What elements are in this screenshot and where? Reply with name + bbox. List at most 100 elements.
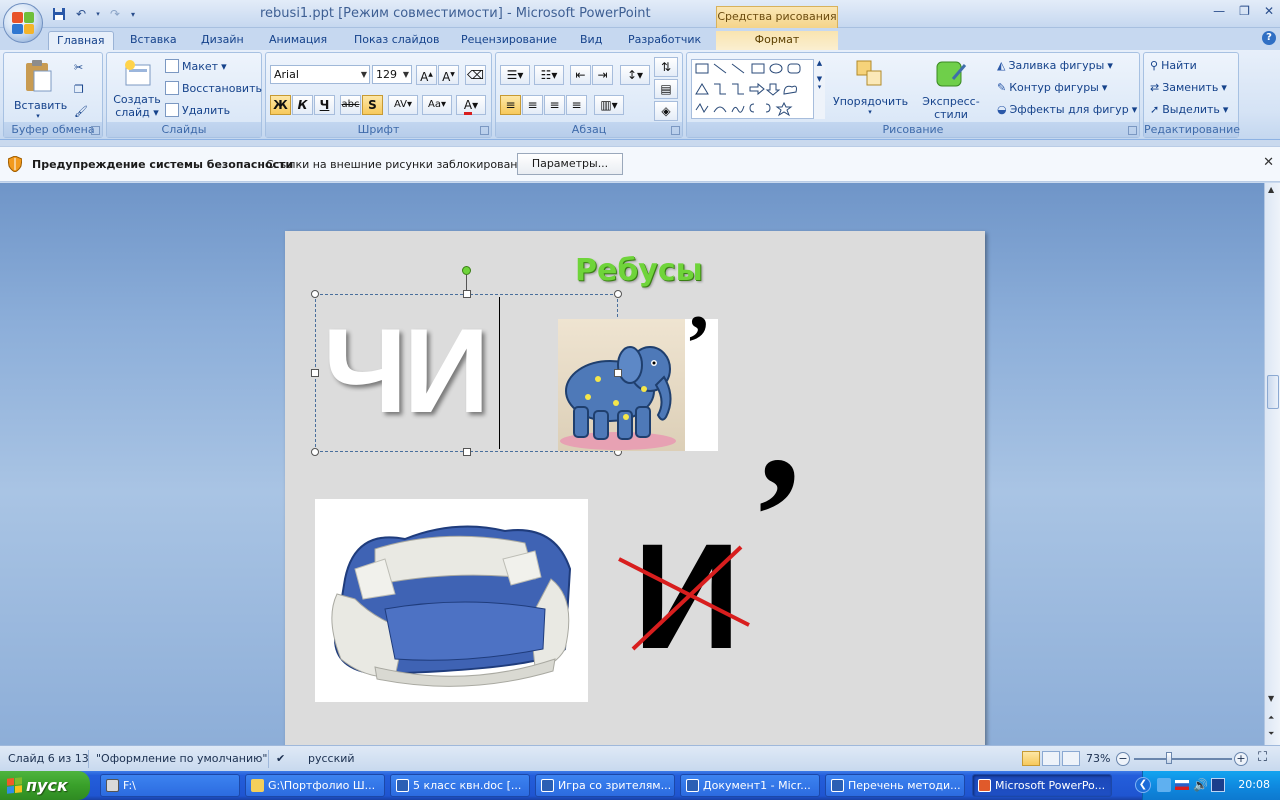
font-name-combo[interactable]: Arial ▼	[270, 65, 370, 84]
character-spacing-icon[interactable]: AV▾	[388, 95, 418, 115]
shapes-scroll[interactable]: ▲ ▼ ▾	[813, 59, 825, 119]
minimize-icon[interactable]: —	[1213, 4, 1225, 18]
select-button[interactable]: ➚ Выделить ▾	[1150, 103, 1228, 116]
slideshow-view-icon[interactable]	[1062, 751, 1080, 766]
shapes-gallery[interactable]	[691, 59, 823, 119]
language-indicator[interactable]: русский	[308, 752, 355, 765]
tab-view[interactable]: Вид	[572, 31, 610, 50]
font-size-combo[interactable]: 129 ▼	[372, 65, 412, 84]
spellcheck-icon[interactable]: ✔	[276, 752, 285, 765]
clear-formatting-icon[interactable]: ⌫	[465, 65, 486, 85]
task-word-game[interactable]: Игра со зрителям...	[535, 774, 675, 797]
drawing-launcher-icon[interactable]	[1128, 126, 1137, 135]
resize-handle-sw[interactable]	[311, 448, 319, 456]
slide-title[interactable]: Ребусы	[575, 253, 703, 288]
resize-handle-w[interactable]	[311, 369, 319, 377]
tab-format[interactable]: Формат	[716, 31, 838, 50]
tab-home[interactable]: Главная	[48, 31, 114, 50]
slide-canvas[interactable]: Ребусы ЧИ ’ ’	[285, 231, 985, 745]
theme-name[interactable]: "Оформление по умолчанию"	[96, 752, 267, 765]
chevron-left-icon[interactable]: ❮	[1135, 777, 1151, 793]
quick-styles-button[interactable]: Экспресс-стили ▾	[909, 59, 993, 129]
cut-icon[interactable]: ✂	[74, 61, 83, 74]
keyboard-layout-icon[interactable]	[1175, 778, 1189, 792]
volume-icon[interactable]: 🔊	[1193, 778, 1208, 792]
scroll-up-icon[interactable]: ▲	[1268, 185, 1274, 194]
vertical-scrollbar[interactable]: ▲ ▼ ⏶ ⏷	[1264, 183, 1280, 745]
layout-button[interactable]: Макет ▾	[165, 59, 227, 73]
restore-icon[interactable]: ❐	[1239, 4, 1250, 18]
close-icon[interactable]: ✕	[1264, 4, 1274, 18]
zoom-out-icon[interactable]: −	[1116, 752, 1130, 766]
tab-developer[interactable]: Разработчик	[620, 31, 709, 50]
start-button[interactable]: пуск	[0, 771, 90, 800]
redo-icon[interactable]: ↷	[106, 5, 124, 23]
center-handle[interactable]	[614, 369, 622, 377]
find-button[interactable]: ⚲ Найти	[1150, 59, 1197, 72]
security-options-button[interactable]: Параметры...	[517, 153, 623, 175]
increase-indent-icon[interactable]: ⇥	[592, 65, 613, 85]
paste-button[interactable]: Вставить ▾	[14, 59, 67, 120]
next-slide-icon[interactable]: ⏷	[1268, 729, 1274, 739]
display-icon[interactable]	[1211, 778, 1225, 792]
line-spacing-icon[interactable]: ↕▾	[620, 65, 650, 85]
font-launcher-icon[interactable]	[480, 126, 489, 135]
shadow-icon[interactable]: S	[362, 95, 383, 115]
scroll-down-icon[interactable]: ▼	[1268, 694, 1274, 703]
delete-slide-button[interactable]: Удалить	[165, 103, 230, 117]
close-icon[interactable]: ✕	[1263, 155, 1274, 170]
zoom-in-icon[interactable]: +	[1234, 752, 1248, 766]
reset-button[interactable]: Восстановить	[165, 81, 262, 95]
format-painter-icon[interactable]: 🖌	[74, 105, 88, 118]
resize-handle-n[interactable]	[463, 290, 471, 298]
italic-icon[interactable]: К	[292, 95, 313, 115]
arrange-button[interactable]: Упорядочить ▾	[833, 59, 908, 116]
tab-animation[interactable]: Анимация	[261, 31, 335, 50]
underline-icon[interactable]: Ч	[314, 95, 335, 115]
undo-icon[interactable]: ↶	[72, 5, 90, 23]
zoom-slider-thumb[interactable]	[1166, 752, 1172, 764]
normal-view-icon[interactable]	[1022, 751, 1040, 766]
scroll-thumb[interactable]	[1267, 375, 1279, 409]
clipboard-launcher-icon[interactable]	[91, 126, 100, 135]
strikethrough-icon[interactable]: abc	[340, 95, 361, 115]
align-right-icon[interactable]: ≡	[544, 95, 565, 115]
elephant-picture[interactable]	[558, 319, 685, 451]
task-word-document1[interactable]: Документ1 - Micr...	[680, 774, 820, 797]
resize-handle-nw[interactable]	[311, 290, 319, 298]
shape-outline-button[interactable]: ✎ Контур фигуры ▾	[997, 81, 1107, 94]
decrease-indent-icon[interactable]: ⇤	[570, 65, 591, 85]
shape-fill-button[interactable]: ◭ Заливка фигуры ▾	[997, 59, 1113, 72]
customize-qat-icon[interactable]: ▾	[128, 5, 138, 23]
change-case-icon[interactable]: Aa▾	[422, 95, 452, 115]
bullets-icon[interactable]: ☰▾	[500, 65, 530, 85]
help-icon[interactable]: ?	[1262, 31, 1276, 45]
columns-icon[interactable]: ▥▾	[594, 95, 624, 115]
undo-dropdown-icon[interactable]: ▾	[94, 5, 102, 23]
shrink-font-icon[interactable]: A▼	[438, 65, 459, 85]
rotation-handle[interactable]	[462, 266, 471, 275]
replace-button[interactable]: ⇄ Заменить ▾	[1150, 81, 1227, 94]
strike-lines[interactable]	[615, 541, 755, 651]
task-word-list[interactable]: Перечень методи...	[825, 774, 965, 797]
slide-sorter-icon[interactable]	[1042, 751, 1060, 766]
textbox-chi[interactable]: ЧИ	[323, 311, 490, 431]
task-word-5class[interactable]: 5 класс квн.doc [...	[390, 774, 530, 797]
save-icon[interactable]	[50, 5, 68, 23]
grow-font-icon[interactable]: A▲	[416, 65, 437, 85]
tab-review[interactable]: Рецензирование	[453, 31, 565, 50]
smartart-icon[interactable]: ◈	[654, 101, 678, 121]
office-button[interactable]	[3, 3, 43, 43]
numbering-icon[interactable]: ☷▾	[534, 65, 564, 85]
previous-slide-icon[interactable]: ⏶	[1268, 713, 1274, 723]
align-center-icon[interactable]: ≡	[522, 95, 543, 115]
fit-to-window-icon[interactable]: ⛶	[1258, 750, 1267, 765]
align-left-icon[interactable]: ≡	[500, 95, 521, 115]
zoom-level[interactable]: 73%	[1086, 752, 1110, 765]
resize-handle-ne[interactable]	[614, 290, 622, 298]
tab-slideshow[interactable]: Показ слайдов	[346, 31, 448, 50]
task-explorer-f[interactable]: F:\	[100, 774, 240, 797]
resize-handle-s[interactable]	[463, 448, 471, 456]
comma-small[interactable]: ’	[685, 299, 712, 390]
network-icon[interactable]	[1157, 778, 1171, 792]
